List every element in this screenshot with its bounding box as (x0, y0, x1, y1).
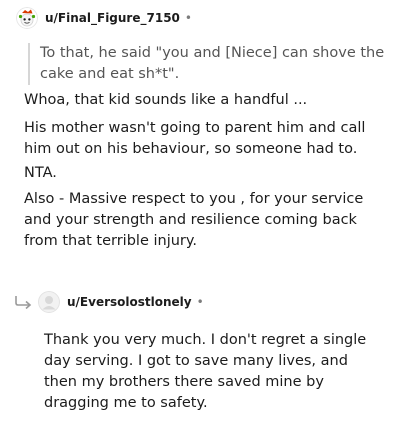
comment-paragraph: NTA. (24, 165, 57, 181)
comment-paragraph: His mother wasn't going to parent him an… (24, 120, 366, 157)
reply-header: u/Eversolostlonely • (14, 290, 204, 314)
comment-quote: To that, he said "you and [Niece] can sh… (28, 43, 385, 85)
reply-username[interactable]: u/Eversolostlonely (67, 295, 192, 309)
header-separator: • (184, 11, 192, 25)
default-avatar-icon[interactable] (38, 291, 60, 313)
reply-text: Thank you very much. I don't regret a si… (44, 332, 367, 411)
reddit-avatar-icon[interactable] (16, 7, 38, 29)
reply-arrow-icon (15, 296, 32, 309)
comment-paragraph: Whoa, that kid sounds like a handful ... (24, 92, 308, 108)
comment-username[interactable]: u/Final_Figure_7150 (45, 11, 180, 25)
comment-header: u/Final_Figure_7150 • (16, 6, 192, 30)
comment-paragraph: Also - Massive respect to you , for your… (24, 191, 364, 249)
header-separator: • (196, 295, 204, 309)
